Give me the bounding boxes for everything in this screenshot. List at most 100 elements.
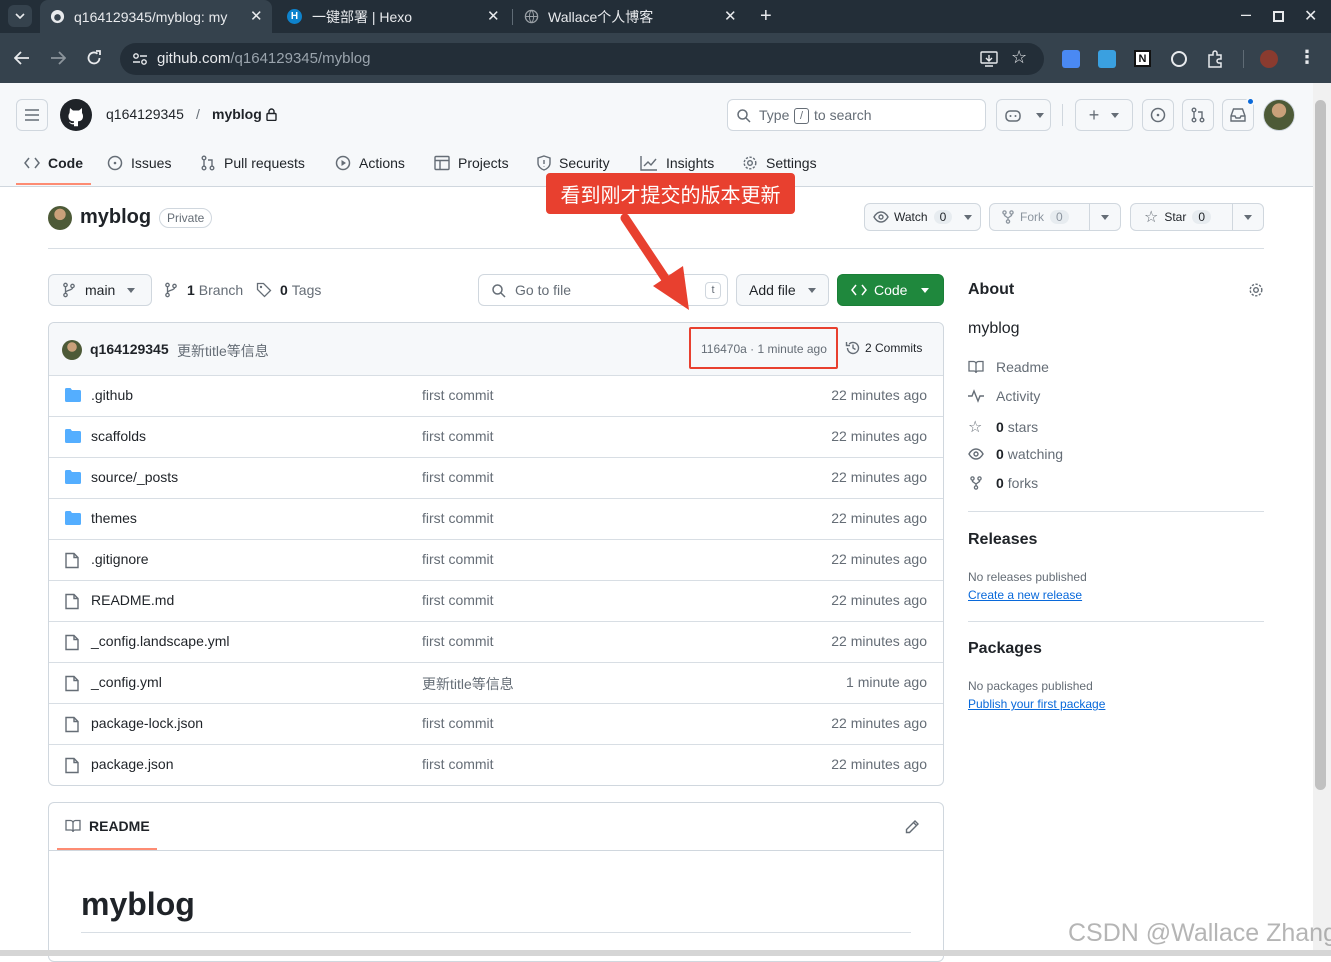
tab-code[interactable]: Code <box>24 152 83 174</box>
packages-title[interactable]: Packages <box>968 640 1042 658</box>
file-row[interactable]: source/_posts first commit 22 minutes ag… <box>49 457 943 498</box>
scrollbar-thumb[interactable] <box>1315 100 1326 790</box>
tab-insights[interactable]: Insights <box>640 152 714 174</box>
tags-link[interactable]: 0 Tags <box>256 282 321 298</box>
file-name[interactable]: _config.landscape.yml <box>91 633 230 649</box>
search-input[interactable]: Type / to search <box>727 99 986 131</box>
stars-link[interactable]: ☆ 0 stars <box>968 417 1038 437</box>
commit-author[interactable]: q164129345 <box>90 341 169 357</box>
breadcrumb-repo[interactable]: myblog <box>212 106 262 122</box>
file-name[interactable]: package.json <box>91 756 174 772</box>
file-commit-message[interactable]: first commit <box>422 428 494 444</box>
commits-link[interactable]: 2 Commits <box>845 340 922 356</box>
tab-settings[interactable]: Settings <box>742 152 817 174</box>
file-row[interactable]: _config.landscape.yml first commit 22 mi… <box>49 621 943 662</box>
puzzle-extensions-icon[interactable] <box>1206 50 1224 68</box>
site-info-icon[interactable] <box>132 52 148 66</box>
repo-title[interactable]: myblog <box>80 206 151 229</box>
file-row[interactable]: README.md first commit 22 minutes ago <box>49 580 943 621</box>
file-row[interactable]: themes first commit 22 minutes ago <box>49 498 943 539</box>
file-commit-message[interactable]: first commit <box>422 387 494 403</box>
forks-link[interactable]: 0 forks <box>968 475 1038 491</box>
readme-link[interactable]: Readme <box>968 359 1049 375</box>
close-tab-icon[interactable]: ✕ <box>250 7 263 25</box>
add-file-button[interactable]: Add file <box>736 274 829 306</box>
user-avatar[interactable] <box>1263 99 1295 131</box>
browser-menu-icon[interactable]: ⋮ <box>1298 47 1316 68</box>
tab-projects[interactable]: Projects <box>434 152 509 174</box>
file-commit-message[interactable]: first commit <box>422 592 494 608</box>
forward-arrow-icon[interactable] <box>50 51 66 65</box>
publish-package-link[interactable]: Publish your first package <box>968 697 1105 711</box>
tab-security[interactable]: Security <box>537 152 610 174</box>
close-window-icon[interactable]: ✕ <box>1304 6 1317 26</box>
file-commit-message[interactable]: first commit <box>422 469 494 485</box>
file-commit-message[interactable]: first commit <box>422 756 494 772</box>
browser-tab-github[interactable]: q164129345/myblog: my ✕ <box>40 0 272 33</box>
activity-link[interactable]: Activity <box>968 388 1040 404</box>
file-name[interactable]: _config.yml <box>91 674 162 690</box>
openai-extension-icon[interactable] <box>1171 51 1187 67</box>
code-button[interactable]: Code <box>837 274 944 306</box>
github-logo-icon[interactable] <box>60 99 92 131</box>
profile-avatar[interactable] <box>1260 50 1278 68</box>
tab-pull-requests[interactable]: Pull requests <box>200 152 305 174</box>
browser-tab-wallace[interactable]: Wallace个人博客 ✕ <box>514 0 746 33</box>
releases-title[interactable]: Releases <box>968 531 1037 549</box>
new-tab-icon[interactable]: + <box>760 5 772 28</box>
close-tab-icon[interactable]: ✕ <box>724 7 737 25</box>
file-name[interactable]: package-lock.json <box>91 715 203 731</box>
address-bar[interactable]: github.com/q164129345/myblog ☆ <box>120 43 1044 75</box>
breadcrumb-owner[interactable]: q164129345 <box>106 106 184 122</box>
file-name[interactable]: themes <box>91 510 137 526</box>
tab-actions[interactable]: Actions <box>335 152 405 174</box>
file-name[interactable]: .gitignore <box>91 551 149 567</box>
file-name[interactable]: README.md <box>91 592 174 608</box>
reload-icon[interactable] <box>86 50 102 66</box>
file-commit-message[interactable]: first commit <box>422 510 494 526</box>
bookmark-star-icon[interactable]: ☆ <box>1011 47 1027 68</box>
gear-icon[interactable] <box>1248 282 1264 298</box>
tab-search-button[interactable] <box>8 5 32 27</box>
translate-extension-icon[interactable] <box>1062 50 1080 68</box>
browser-tab-hexo[interactable]: H 一键部署 | Hexo ✕ <box>278 0 510 33</box>
tab-issues[interactable]: Issues <box>107 152 171 174</box>
notion-extension-icon[interactable]: N <box>1134 50 1151 67</box>
maximize-icon[interactable] <box>1273 11 1284 22</box>
file-commit-message[interactable]: first commit <box>422 551 494 567</box>
pencil-icon[interactable] <box>904 819 920 835</box>
file-commit-message[interactable]: 更新title等信息 <box>422 674 514 694</box>
create-new-button[interactable]: + <box>1075 99 1133 131</box>
branches-link[interactable]: 1 Branch <box>165 282 243 298</box>
file-name[interactable]: .github <box>91 387 133 403</box>
file-commit-message[interactable]: first commit <box>422 633 494 649</box>
file-commit-message[interactable]: first commit <box>422 715 494 731</box>
watching-link[interactable]: 0 watching <box>968 446 1063 462</box>
url-text[interactable]: github.com/q164129345/myblog <box>157 50 371 67</box>
file-row[interactable]: _config.yml 更新title等信息 1 minute ago <box>49 662 943 703</box>
close-tab-icon[interactable]: ✕ <box>487 7 500 25</box>
file-name[interactable]: scaffolds <box>91 428 146 444</box>
minimize-icon[interactable]: – <box>1241 4 1251 25</box>
menu-button[interactable] <box>16 99 48 131</box>
file-row[interactable]: .github first commit 22 minutes ago <box>49 375 943 416</box>
watch-button[interactable]: Watch 0 <box>864 203 981 231</box>
commit-message[interactable]: 更新title等信息 <box>177 341 269 361</box>
copilot-button[interactable] <box>996 99 1051 131</box>
branch-select-button[interactable]: main <box>48 274 152 306</box>
folder-icon <box>65 470 81 484</box>
pull-requests-button[interactable] <box>1182 99 1214 131</box>
file-row[interactable]: .gitignore first commit 22 minutes ago <box>49 539 943 580</box>
issues-button[interactable] <box>1142 99 1174 131</box>
fork-button[interactable]: Fork 0 <box>989 203 1121 231</box>
back-arrow-icon[interactable] <box>14 51 30 65</box>
extension-icon[interactable] <box>1098 50 1116 68</box>
star-button[interactable]: ☆ Star 0 <box>1130 203 1264 231</box>
create-release-link[interactable]: Create a new release <box>968 588 1082 602</box>
file-row[interactable]: package-lock.json first commit 22 minute… <box>49 703 943 744</box>
readme-tab[interactable]: README <box>65 818 150 834</box>
install-app-icon[interactable] <box>980 51 998 67</box>
file-name[interactable]: source/_posts <box>91 469 178 485</box>
file-row[interactable]: scaffolds first commit 22 minutes ago <box>49 416 943 457</box>
file-row[interactable]: package.json first commit 22 minutes ago <box>49 744 943 785</box>
